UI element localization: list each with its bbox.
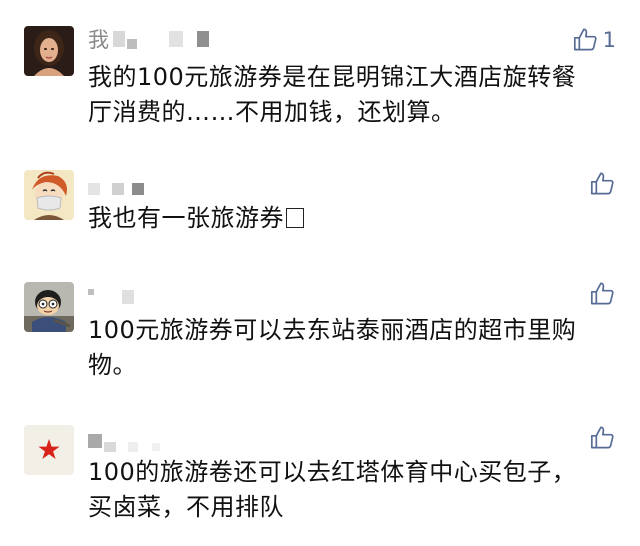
pixelated-name-block	[132, 183, 144, 195]
commenter-name	[88, 286, 136, 308]
comment-text-line: 100元旅游券可以去东站泰丽酒店的超市里购	[88, 316, 577, 344]
thumbs-up-icon	[590, 172, 614, 195]
cartoon-boy-avatar-icon	[24, 282, 74, 332]
like-count: 1	[602, 27, 616, 52]
pixelated-name-block	[139, 31, 167, 47]
comment-text: 我的100元旅游券是在昆明锦江大酒店旋转餐 厅消费的……不用加钱，还划算。	[88, 60, 618, 130]
avatar[interactable]	[24, 26, 74, 76]
pixelated-name-block	[118, 433, 126, 449]
like-button[interactable]	[589, 424, 616, 451]
comment-text: 100元旅游券可以去东站泰丽酒店的超市里购 物。	[88, 313, 618, 383]
comment-text: 我也有一张旅游券	[88, 201, 618, 236]
pixelated-name-block	[152, 443, 160, 451]
avatar[interactable]	[24, 170, 74, 220]
thumbs-up-icon	[590, 282, 614, 305]
commenter-name: 我	[88, 28, 211, 52]
pixelated-name-block	[96, 289, 120, 305]
comment-text-line: 厅消费的……不用加钱，还划算。	[88, 98, 456, 126]
commenter-name	[88, 430, 162, 452]
pixelated-name-block	[88, 289, 94, 295]
avatar[interactable]	[24, 425, 74, 475]
woman-portrait-avatar-icon	[24, 26, 74, 76]
comment-text-line: 我的100元旅游券是在昆明锦江大酒店旋转餐	[88, 63, 577, 91]
thumbs-up-icon	[590, 426, 614, 449]
pixelated-name-block	[185, 31, 195, 47]
pixelated-name-block	[112, 183, 124, 195]
pixelated-name-block	[88, 434, 102, 448]
pixelated-name-block	[140, 433, 150, 449]
pixelated-name-block	[113, 31, 125, 47]
comment-text-line: 买卤菜，不用排队	[88, 493, 284, 521]
like-button[interactable]	[589, 280, 616, 307]
comment-text: 100的旅游卷还可以去红塔体育中心买包子， 买卤菜，不用排队	[88, 455, 618, 525]
commenter-name-text: 我	[88, 28, 109, 52]
comment-text-line: 我也有一张旅游券	[88, 201, 618, 236]
pixelated-name-block	[128, 442, 138, 452]
pixelated-name-block	[102, 181, 110, 197]
comment-text-line: 物。	[88, 351, 137, 379]
commenter-name	[88, 178, 146, 200]
avatar[interactable]	[24, 282, 74, 332]
like-button[interactable]	[589, 170, 616, 197]
missing-glyph-box	[286, 208, 304, 228]
pixelated-name-block	[122, 290, 134, 304]
thumbs-up-icon	[573, 28, 597, 51]
pixelated-name-block	[169, 31, 183, 47]
pixelated-name-block	[104, 442, 116, 452]
masked-girl-avatar-icon	[24, 170, 74, 220]
like-button[interactable]: 1	[572, 26, 616, 53]
pixelated-name-block	[197, 31, 209, 47]
comment-text-line: 100的旅游卷还可以去红塔体育中心买包子，	[88, 458, 577, 486]
comment-text-content: 我也有一张旅游券	[88, 204, 284, 232]
red-star-avatar-icon	[24, 425, 74, 475]
pixelated-name-block	[126, 181, 130, 197]
pixelated-name-block	[127, 39, 137, 49]
pixelated-name-block	[88, 183, 100, 195]
